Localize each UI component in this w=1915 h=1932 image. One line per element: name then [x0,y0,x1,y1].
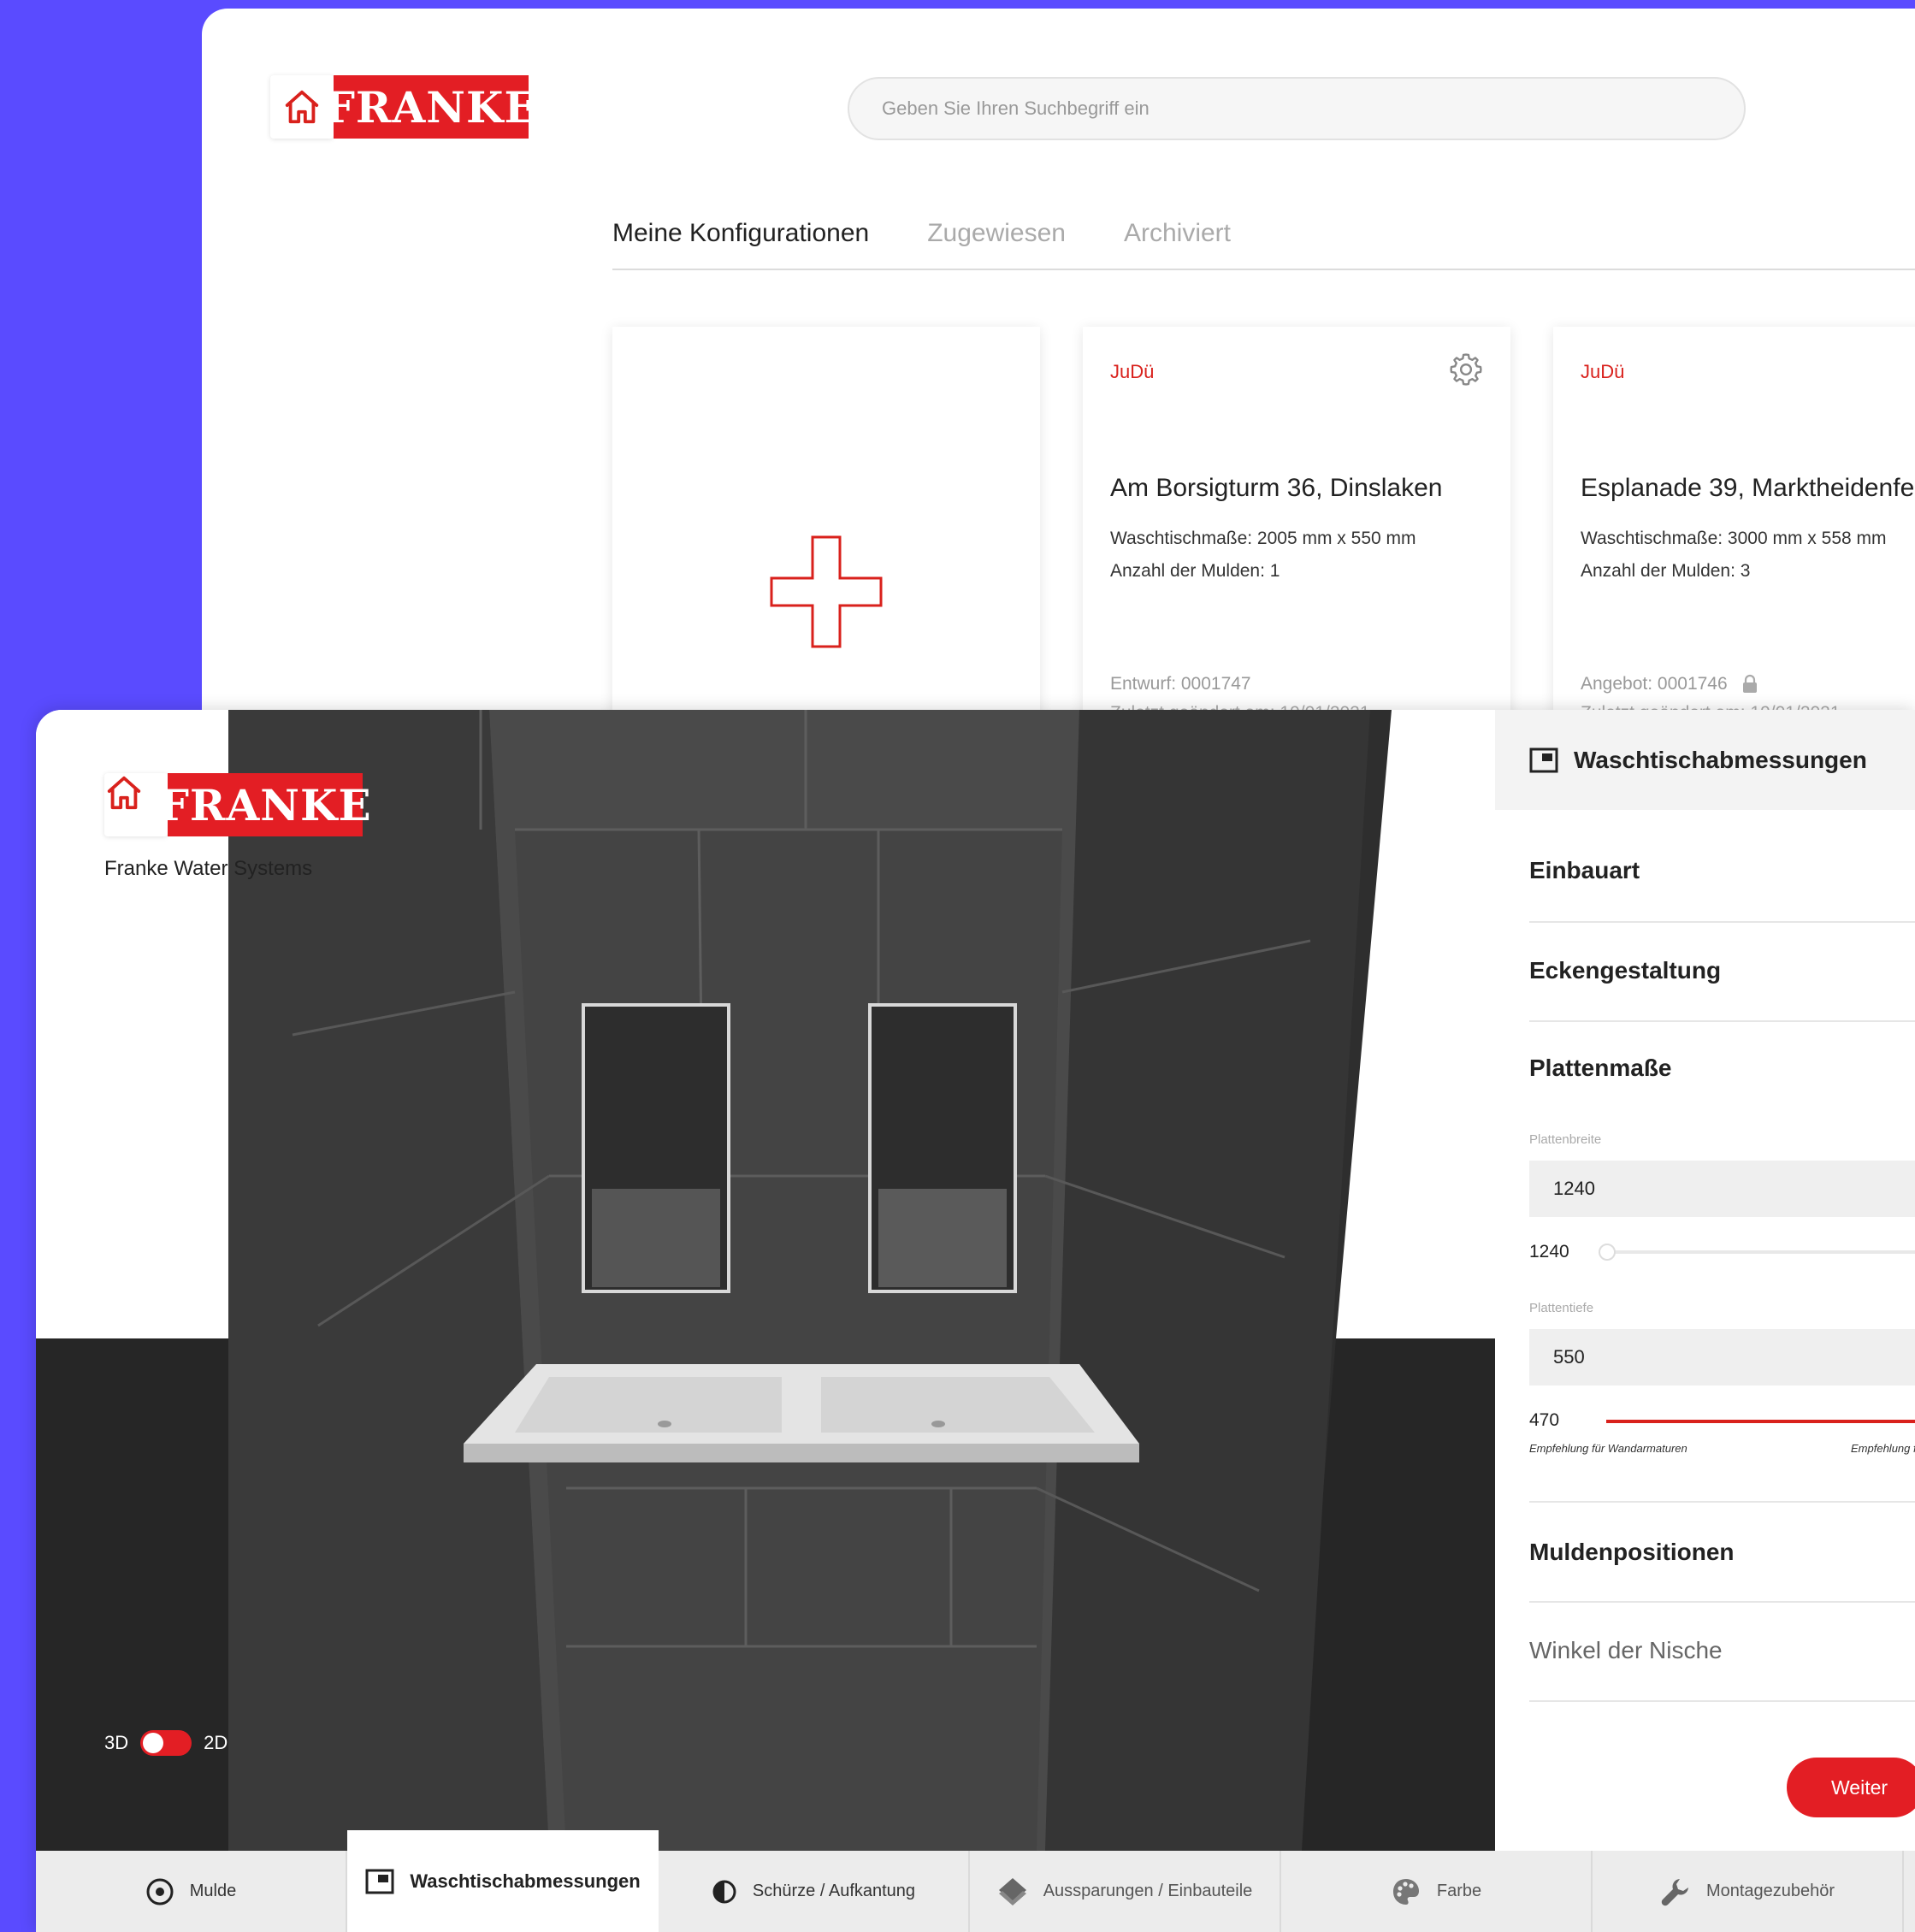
tab-meine-konfigurationen[interactable]: Meine Konfigurationen [612,214,869,269]
card-owner: JuDü [1110,361,1155,382]
next-button[interactable]: Weiter [1787,1758,1915,1817]
panel-header: Waschtischabmessungen [1495,710,1915,810]
brand-logo: FRANKE [158,773,371,836]
plattentiefe-slider-min: 470 [1529,1410,1560,1430]
tab-zugewiesen[interactable]: Zugewiesen [927,214,1066,269]
card-address: Am Borsigturm 36, Dinslaken [1110,474,1443,502]
settings-panel: Waschtischabmessungen Einbauart Eckenges… [1495,710,1915,1851]
plattenbreite-label: Plattenbreite [1529,1132,1602,1147]
card-basins: Anzahl der Mulden: 3 [1581,561,1751,581]
panel-icon [1529,747,1558,772]
plattentiefe-input[interactable]: 550 [1529,1329,1915,1385]
half-circle-icon [712,1880,736,1903]
tab-archiviert[interactable]: Archiviert [1124,214,1231,269]
card-dimensions: Waschtischmaße: 2005 mm x 550 mm [1110,529,1416,548]
section-einbauart[interactable]: Einbauart [1529,824,1915,923]
plattenbreite-slider-min: 1240 [1529,1242,1569,1261]
plattenbreite-input[interactable]: 1240 [1529,1161,1915,1217]
section-muldenpositionen[interactable]: Muldenpositionen [1529,1503,1915,1603]
dashboard-window: FRANKE Geben Sie Ihren Suchbegriff ein M… [202,9,1915,778]
lock-icon [1742,674,1757,693]
toggle-switch[interactable] [140,1730,192,1756]
card-id: Entwurf: 0001747 [1110,674,1251,694]
logo[interactable]: FRANKE [104,773,371,836]
card-owner: JuDü [1581,361,1625,382]
tab-farbe[interactable]: Farbe [1281,1851,1593,1932]
plattenbreite-slider[interactable] [1606,1250,1915,1254]
bottom-tab-bar: Mulde Waschtischabmessungen Schürze / Au… [36,1830,1915,1932]
tab-mulde[interactable]: Mulde [36,1851,347,1932]
plattentiefe-slider[interactable] [1606,1420,1915,1423]
tab-montagezubehoer[interactable]: Montagezubehör [1593,1851,1904,1932]
gear-icon[interactable] [1447,351,1485,393]
card-id: Angebot: 0001746 [1581,674,1758,694]
section-winkel-der-nische[interactable]: Winkel der Nische [1529,1603,1915,1702]
section-eckengestaltung[interactable]: Eckengestaltung [1529,923,1915,1022]
section-plattenmasse[interactable]: Plattenmaße [1529,1055,1672,1082]
view-mode-toggle[interactable]: 3D 2D [104,1730,228,1756]
toggle-label-3d: 3D [104,1732,129,1753]
brand-logo: FRANKE [324,75,537,139]
plattentiefe-label: Plattentiefe [1529,1301,1594,1315]
logo[interactable]: FRANKE [270,75,537,139]
palette-icon [1392,1878,1419,1905]
panel-title: Waschtischabmessungen [1574,746,1867,773]
configurator-window: FRANKE Franke Water Systems 3D 2D Wascht… [36,710,1915,1932]
3d-viewport[interactable]: FRANKE Franke Water Systems 3D 2D [36,710,1495,1851]
panel-icon [365,1869,394,1894]
tab-schuerze-aufkantung[interactable]: Schürze / Aufkantung [659,1851,970,1932]
card-basins: Anzahl der Mulden: 1 [1110,561,1280,581]
card-address: Esplanade 39, Marktheidenfe [1581,474,1915,502]
toggle-label-2d: 2D [204,1732,228,1753]
search-input[interactable]: Geben Sie Ihren Suchbegriff ein [848,77,1746,140]
plus-icon [770,535,883,648]
config-tabs: Meine Konfigurationen Zugewiesen Archivi… [612,214,1915,270]
card-dimensions: Waschtischmaße: 3000 mm x 558 mm [1581,529,1887,548]
tab-waschtischabmessungen[interactable]: Waschtischabmessungen [347,1830,659,1932]
hint-right: Empfehlung f [1851,1442,1915,1455]
hint-wandarmaturen: Empfehlung für Wandarmaturen [1529,1442,1687,1455]
layers-icon [998,1877,1026,1905]
company-name: Franke Water Systems [104,857,313,880]
bathroom-niche-render [36,710,1495,1851]
plattenbreite-slider-thumb[interactable] [1599,1244,1616,1261]
tab-aussparungen-einbauteile[interactable]: Aussparungen / Einbauteile [970,1851,1281,1932]
radio-icon [146,1878,174,1905]
wrench-icon [1661,1878,1688,1905]
